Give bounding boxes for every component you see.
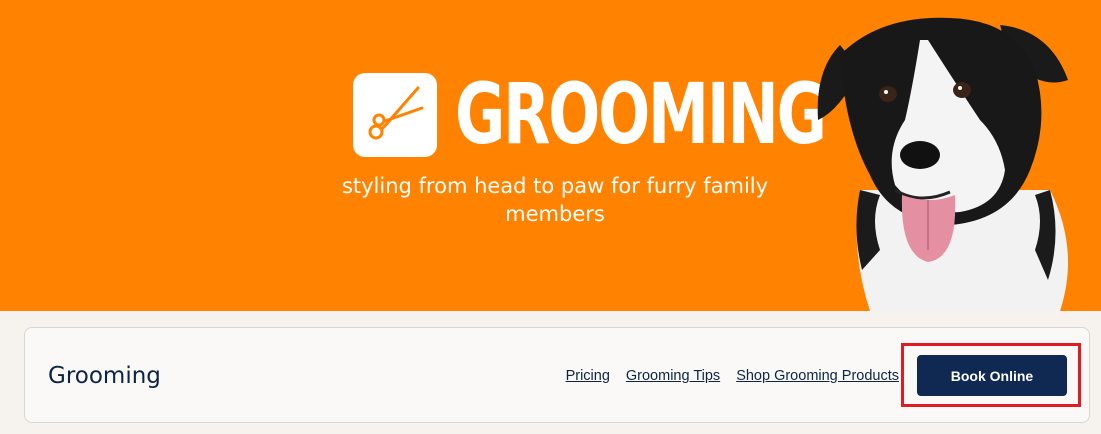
subnav-links: Pricing Grooming Tips Shop Grooming Prod… (566, 367, 899, 385)
dog-photo (817, 17, 1068, 311)
pricing-link[interactable]: Pricing (566, 367, 610, 385)
sub-navigation-bar: Grooming Pricing Grooming Tips Shop Groo… (24, 327, 1090, 423)
grooming-logo-tile (353, 73, 437, 157)
hero-banner: GROOMING styling from head to paw for fu… (0, 0, 1101, 311)
scissors-icon (368, 86, 424, 140)
book-online-button[interactable]: Book Online (917, 355, 1067, 396)
section-title: Grooming (48, 363, 161, 389)
grooming-tips-link[interactable]: Grooming Tips (626, 367, 720, 385)
shop-grooming-products-link[interactable]: Shop Grooming Products (736, 367, 899, 385)
hero-title: GROOMING (455, 65, 827, 163)
hero-subtitle: styling from head to paw for furry famil… (341, 174, 769, 226)
